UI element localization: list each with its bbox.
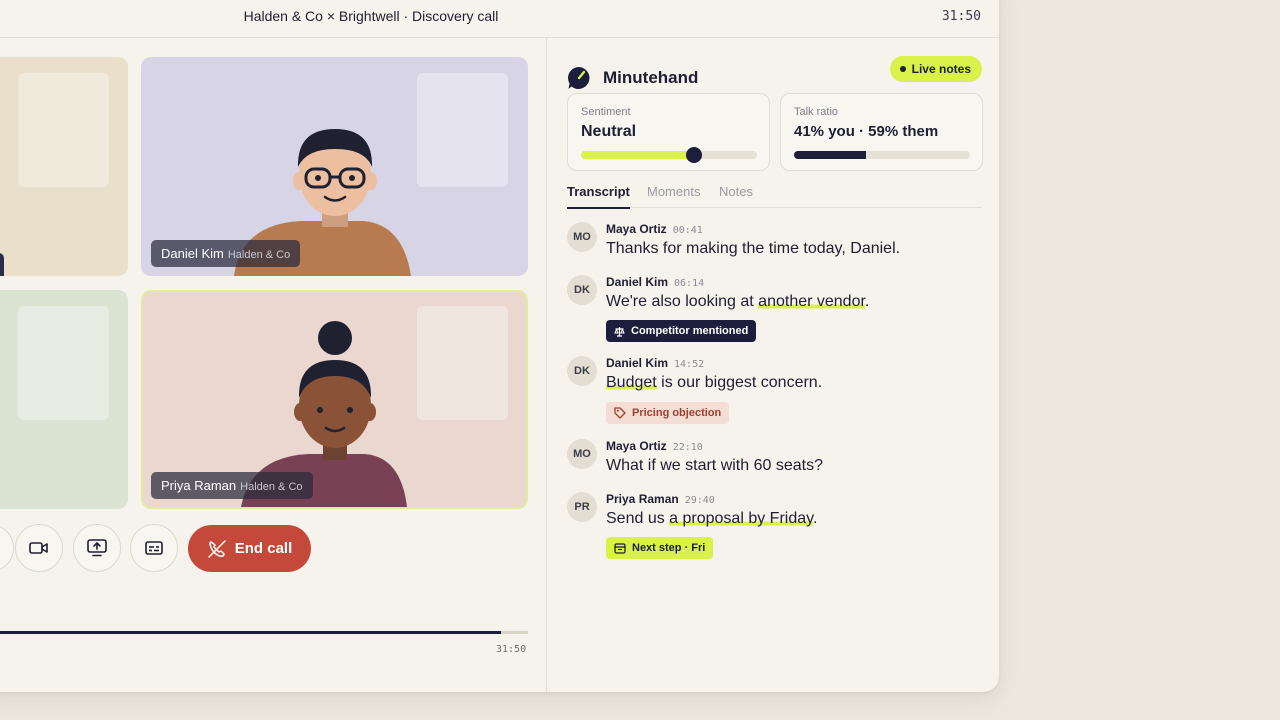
video-tile-daniel[interactable]: Daniel Kim Halden & Co	[141, 57, 528, 276]
competitor-mentioned-tag[interactable]: Competitor mentioned	[606, 320, 757, 342]
entry-header: Maya Ortiz 22:10	[606, 439, 703, 453]
mic-button[interactable]	[0, 524, 14, 572]
minutehand-logo-icon	[568, 67, 590, 89]
brand: Minutehand	[567, 58, 698, 98]
wall-window	[18, 306, 109, 420]
speaker-name: Maya Ortiz	[606, 222, 667, 236]
participant-org: Halden & Co	[240, 481, 303, 493]
call-timer: 31:50	[941, 9, 981, 24]
avatar: MO	[567, 222, 597, 252]
sentiment-meter	[581, 147, 757, 163]
meeting-window: Halden & Co × Brightwell · Discovery cal…	[0, 0, 999, 692]
speaker-name: Maya Ortiz	[606, 439, 667, 453]
sentiment-value: Neutral	[581, 123, 637, 140]
entry-text: Budget is our biggest concern.	[606, 374, 823, 391]
participant-avatar-partial	[0, 253, 4, 276]
price-tag-icon	[614, 407, 626, 419]
participant-name-tag: Daniel Kim Halden & Co	[151, 240, 301, 267]
entry-text: What if we start with 60 seats?	[606, 457, 823, 474]
next-step-tag[interactable]: Next step · Fri	[606, 537, 714, 559]
playback-progress-fill	[0, 631, 501, 634]
calendar-icon	[614, 543, 626, 554]
entry-header: Daniel Kim 06:14	[606, 275, 704, 289]
video-tile-left-bottom[interactable]	[0, 290, 128, 509]
playback-progress[interactable]	[0, 631, 528, 634]
wall-window	[18, 73, 109, 187]
scale-icon	[614, 326, 625, 337]
participant-name: Priya Raman	[161, 478, 237, 493]
notes-sidebar: Minutehand Live notes Sentiment Neutral …	[546, 38, 999, 692]
hang-up-icon	[207, 539, 226, 558]
participant-name-tag: Priya Raman Halden & Co	[151, 472, 313, 499]
speaker-name: Daniel Kim	[606, 356, 669, 370]
entry-header: Daniel Kim 14:52	[606, 356, 704, 370]
captions-button[interactable]	[130, 524, 178, 572]
avatar: PR	[567, 492, 597, 522]
entry-header: Priya Raman 29:40	[606, 492, 715, 506]
entry-header: Maya Ortiz 00:41	[606, 222, 703, 236]
end-call-button[interactable]: End call	[188, 525, 311, 572]
tab-moments[interactable]: Moments	[647, 184, 700, 207]
talk-ratio-meter	[794, 151, 970, 159]
video-tile-left-top[interactable]	[0, 57, 128, 276]
entry-timestamp[interactable]: 22:10	[673, 442, 703, 453]
entry-timestamp[interactable]: 06:14	[674, 278, 704, 289]
end-call-label: End call	[234, 540, 293, 557]
talk-ratio-meter-fill	[794, 151, 867, 159]
camera-icon	[29, 542, 48, 554]
entry-text: Send us a proposal by Friday.	[606, 510, 818, 527]
entry-timestamp[interactable]: 00:41	[673, 225, 703, 236]
sentiment-card: Sentiment Neutral	[567, 93, 770, 171]
pricing-objection-tag[interactable]: Pricing objection	[606, 402, 730, 424]
tag-label: Pricing objection	[632, 407, 722, 419]
video-tile-priya[interactable]: Priya Raman Halden & Co	[141, 290, 528, 509]
playback-time: 31:50	[496, 644, 527, 655]
participant-name: Daniel Kim	[161, 246, 224, 261]
entry-timestamp[interactable]: 14:52	[674, 359, 704, 370]
participant-org: Halden & Co	[227, 249, 291, 261]
avatar: DK	[567, 275, 597, 305]
entry-text: We're also looking at another vendor.	[606, 293, 870, 310]
avatar: MO	[567, 439, 597, 469]
talk-ratio-card: Talk ratio 41% you · 59% them	[780, 93, 983, 171]
sentiment-meter-knob	[685, 147, 702, 163]
speaker-name: Priya Raman	[606, 492, 679, 506]
entry-text: Thanks for making the time today, Daniel…	[606, 240, 901, 257]
tab-transcript[interactable]: Transcript	[567, 184, 630, 209]
tag-label: Next step · Fri	[632, 542, 706, 554]
sidebar-tabs: Transcript Moments Notes	[567, 184, 982, 209]
brand-name: Minutehand	[603, 68, 699, 87]
meeting-title: Halden & Co × Brightwell · Discovery cal…	[243, 8, 499, 24]
speaker-name: Daniel Kim	[606, 275, 669, 289]
talk-ratio-value: 41% you · 59% them	[794, 123, 939, 140]
live-notes-badge: Live notes	[889, 56, 982, 82]
camera-button[interactable]	[15, 524, 63, 572]
sentiment-label: Sentiment	[581, 106, 631, 118]
tab-notes[interactable]: Notes	[719, 184, 753, 207]
avatar: DK	[567, 356, 597, 386]
tag-label: Competitor mentioned	[631, 325, 749, 337]
captions-icon	[145, 541, 163, 555]
share-screen-icon	[87, 539, 107, 557]
entry-timestamp[interactable]: 29:40	[685, 495, 715, 506]
talk-ratio-label: Talk ratio	[794, 106, 839, 118]
sentiment-meter-fill	[581, 151, 694, 159]
title-bar: Halden & Co × Brightwell · Discovery cal…	[0, 0, 999, 38]
share-screen-button[interactable]	[73, 524, 121, 572]
